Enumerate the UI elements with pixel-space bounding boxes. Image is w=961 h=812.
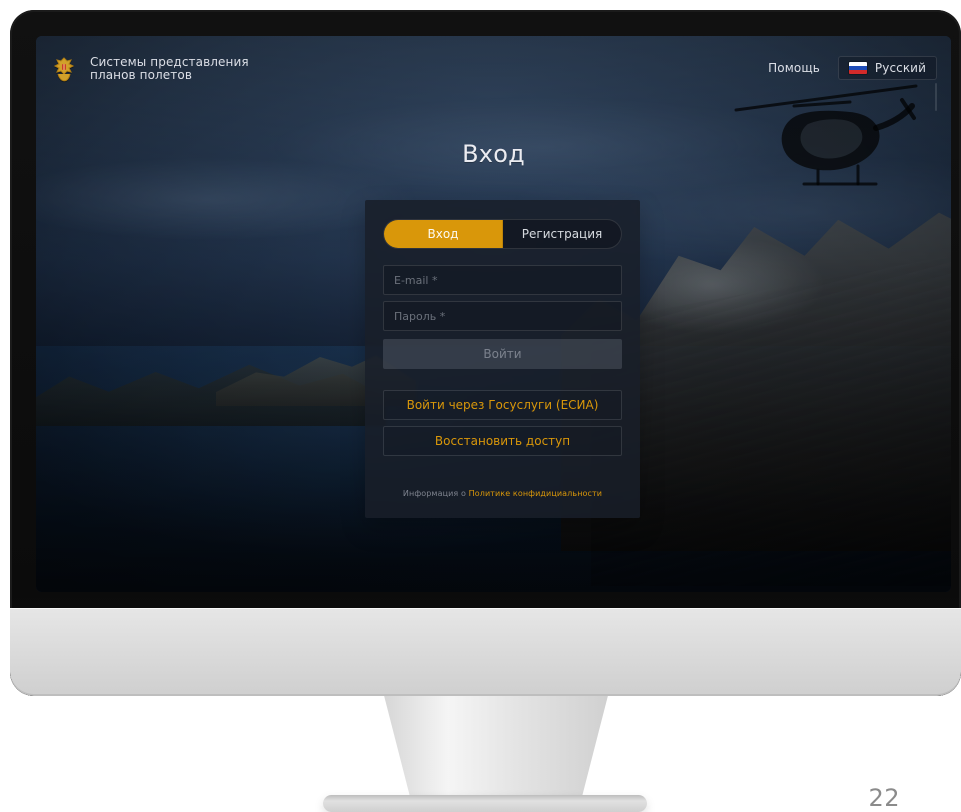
monitor: Системы представления планов полетов Пом… xyxy=(10,10,961,696)
privacy-info: Информация о Политике конфидициальности xyxy=(365,489,640,498)
monitor-chin xyxy=(10,608,961,696)
password-field[interactable] xyxy=(383,301,622,331)
email-input[interactable] xyxy=(392,272,613,288)
tab-registration[interactable]: Регистрация xyxy=(503,220,621,248)
monitor-stand xyxy=(384,696,608,798)
login-card: Вход Регистрация Войти Войти через Госус… xyxy=(365,200,640,518)
privacy-policy-link[interactable]: Политике конфидициальности xyxy=(469,489,602,498)
language-divider xyxy=(935,83,937,111)
gosuslugi-login-button[interactable]: Войти через Госуслуги (ЕСИА) xyxy=(383,390,622,420)
password-input[interactable] xyxy=(392,308,613,324)
page-title: Вход xyxy=(462,140,525,168)
brand-title: Системы представления планов полетов xyxy=(90,56,249,82)
monitor-base xyxy=(323,795,647,812)
tab-login[interactable]: Вход xyxy=(384,220,503,248)
privacy-prefix: Информация о xyxy=(402,489,466,498)
screen: Системы представления планов полетов Пом… xyxy=(36,36,951,592)
top-right-controls: Помощь Русский xyxy=(768,56,937,111)
auth-tabs: Вход Регистрация xyxy=(383,219,622,249)
page-number: 22 xyxy=(868,784,900,812)
language-selector[interactable]: Русский xyxy=(837,56,937,111)
brand[interactable]: Системы представления планов полетов xyxy=(48,54,249,88)
russia-flag-icon xyxy=(848,62,867,74)
brand-title-line-2: планов полетов xyxy=(90,68,192,82)
top-bar: Системы представления планов полетов Пом… xyxy=(36,36,951,111)
login-button[interactable]: Войти xyxy=(383,339,622,369)
restore-access-button[interactable]: Восстановить доступ xyxy=(383,426,622,456)
language-label: Русский xyxy=(874,61,926,75)
slide-stage: Системы представления планов полетов Пом… xyxy=(0,0,961,812)
coat-of-arms-icon xyxy=(48,54,80,88)
help-link[interactable]: Помощь xyxy=(768,61,820,75)
email-field[interactable] xyxy=(383,265,622,295)
